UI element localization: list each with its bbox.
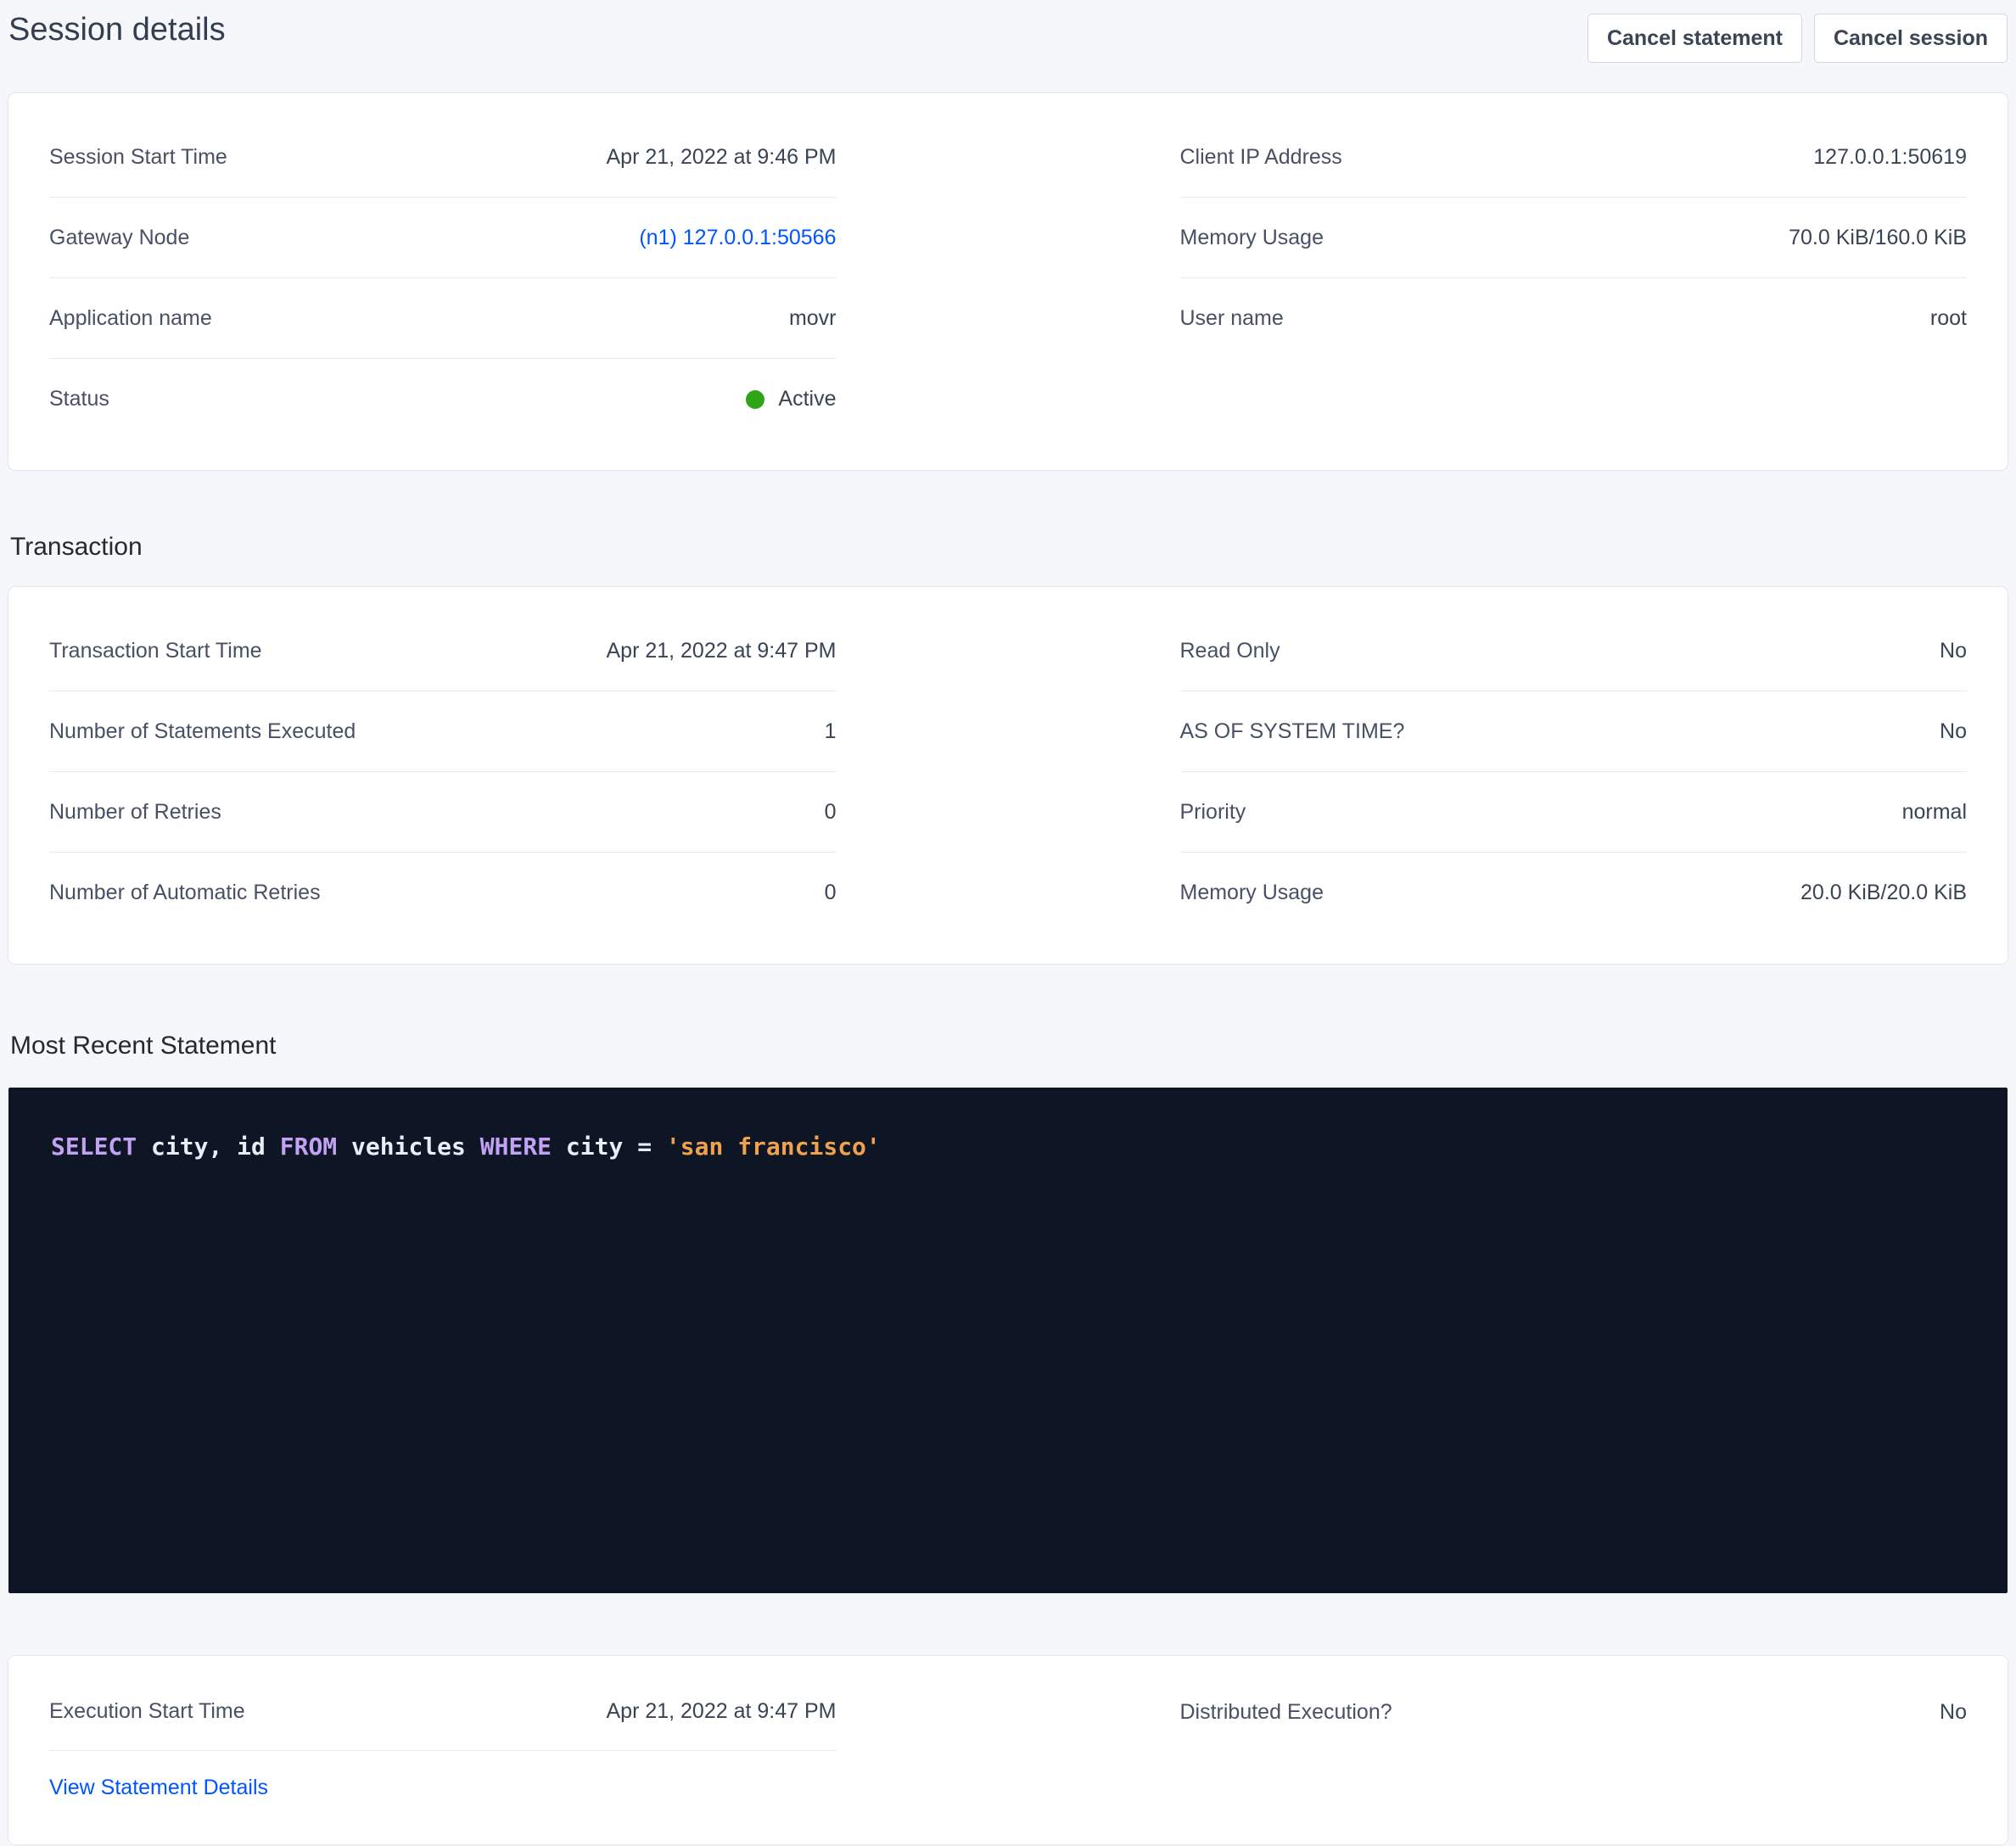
- read-only-row: Read Only No: [1180, 611, 1968, 691]
- row-value: Apr 21, 2022 at 9:47 PM: [606, 639, 836, 663]
- row-label: Session Start Time: [49, 145, 227, 170]
- page-header: Session details Cancel statement Cancel …: [8, 12, 2008, 63]
- number-of-retries-row: Number of Retries 0: [49, 772, 837, 853]
- row-label: Gateway Node: [49, 226, 189, 250]
- row-value: Apr 21, 2022 at 9:47 PM: [606, 1699, 836, 1724]
- sql-statement: SELECT city, id FROM vehicles WHERE city…: [51, 1133, 881, 1161]
- row-value: 0: [825, 800, 837, 825]
- sql-code-block: SELECT city, id FROM vehicles WHERE city…: [8, 1088, 2008, 1593]
- row-label: Status: [49, 387, 109, 411]
- application-name-row: Application name movr: [49, 278, 837, 359]
- row-label: Memory Usage: [1180, 881, 1324, 905]
- execution-card: Execution Start Time Apr 21, 2022 at 9:4…: [8, 1656, 2008, 1844]
- execution-card-right-column: Distributed Execution? No: [1180, 1673, 1968, 1751]
- row-label: Number of Retries: [49, 800, 221, 825]
- row-value: 70.0 KiB/160.0 KiB: [1789, 226, 1967, 250]
- distributed-execution-row: Distributed Execution? No: [1180, 1673, 1968, 1751]
- row-label: Transaction Start Time: [49, 639, 262, 663]
- view-statement-details-row: View Statement Details: [49, 1751, 837, 1824]
- user-name-row: User name root: [1180, 278, 1968, 359]
- sql-plain: city, id: [137, 1133, 280, 1161]
- session-memory-usage-row: Memory Usage 70.0 KiB/160.0 KiB: [1180, 198, 1968, 278]
- most-recent-statement-heading: Most Recent Statement: [10, 1032, 2008, 1060]
- page: Session details Cancel statement Cancel …: [0, 0, 2016, 1844]
- row-value: root: [1930, 306, 1967, 331]
- row-label: Read Only: [1180, 639, 1280, 663]
- row-value: Apr 21, 2022 at 9:46 PM: [606, 145, 836, 170]
- statements-executed-row: Number of Statements Executed 1: [49, 691, 837, 772]
- row-label: Memory Usage: [1180, 226, 1324, 250]
- gateway-node-link[interactable]: (n1) 127.0.0.1:50566: [639, 226, 836, 250]
- row-value: No: [1940, 639, 1967, 663]
- gateway-node-row: Gateway Node (n1) 127.0.0.1:50566: [49, 198, 837, 278]
- row-value: 0: [825, 881, 837, 905]
- priority-row: Priority normal: [1180, 772, 1968, 853]
- sql-keyword: SELECT: [51, 1133, 137, 1161]
- row-label: Distributed Execution?: [1180, 1700, 1392, 1725]
- row-label: Priority: [1180, 800, 1246, 825]
- as-of-system-time-row: AS OF SYSTEM TIME? No: [1180, 691, 1968, 772]
- row-value: 1: [825, 719, 837, 744]
- automatic-retries-row: Number of Automatic Retries 0: [49, 853, 837, 933]
- session-card-left-column: Session Start Time Apr 21, 2022 at 9:46 …: [49, 117, 837, 439]
- transaction-card: Transaction Start Time Apr 21, 2022 at 9…: [8, 587, 2008, 964]
- row-value: movr: [789, 306, 837, 331]
- cancel-session-button[interactable]: Cancel session: [1814, 14, 2008, 63]
- row-value: 127.0.0.1:50619: [1813, 145, 1967, 170]
- row-value: No: [1940, 719, 1967, 744]
- sql-plain: city =: [552, 1133, 666, 1161]
- transaction-card-left-column: Transaction Start Time Apr 21, 2022 at 9…: [49, 611, 837, 933]
- cancel-statement-button[interactable]: Cancel statement: [1588, 14, 1802, 63]
- status-active-dot-icon: [746, 390, 764, 409]
- session-details-card: Session Start Time Apr 21, 2022 at 9:46 …: [8, 93, 2008, 470]
- view-statement-details-link[interactable]: View Statement Details: [49, 1776, 268, 1800]
- row-label: Number of Statements Executed: [49, 719, 356, 744]
- row-label: AS OF SYSTEM TIME?: [1180, 719, 1405, 744]
- row-label: Number of Automatic Retries: [49, 881, 321, 905]
- page-title: Session details: [8, 12, 226, 48]
- transaction-card-right-column: Read Only No AS OF SYSTEM TIME? No Prior…: [1180, 611, 1968, 933]
- row-label: User name: [1180, 306, 1284, 331]
- row-value: No: [1940, 1700, 1967, 1725]
- row-value: normal: [1902, 800, 1967, 825]
- row-value: 20.0 KiB/20.0 KiB: [1800, 881, 1967, 905]
- sql-string-literal: 'san francisco': [666, 1133, 881, 1161]
- status-text: Active: [778, 387, 836, 411]
- session-card-right-column: Client IP Address 127.0.0.1:50619 Memory…: [1180, 117, 1968, 359]
- status-badge: Active: [746, 387, 836, 411]
- session-start-time-row: Session Start Time Apr 21, 2022 at 9:46 …: [49, 117, 837, 198]
- status-row: Status Active: [49, 359, 837, 439]
- sql-plain: vehicles: [337, 1133, 480, 1161]
- sql-keyword: FROM: [280, 1133, 337, 1161]
- row-label: Client IP Address: [1180, 145, 1342, 170]
- row-label: Execution Start Time: [49, 1699, 245, 1724]
- execution-start-time-row: Execution Start Time Apr 21, 2022 at 9:4…: [49, 1673, 837, 1751]
- transaction-section-heading: Transaction: [10, 533, 2008, 562]
- transaction-memory-usage-row: Memory Usage 20.0 KiB/20.0 KiB: [1180, 853, 1968, 933]
- client-ip-row: Client IP Address 127.0.0.1:50619: [1180, 117, 1968, 198]
- row-label: Application name: [49, 306, 212, 331]
- transaction-start-time-row: Transaction Start Time Apr 21, 2022 at 9…: [49, 611, 837, 691]
- execution-card-left-column: Execution Start Time Apr 21, 2022 at 9:4…: [49, 1673, 837, 1824]
- sql-keyword: WHERE: [480, 1133, 552, 1161]
- header-actions: Cancel statement Cancel session: [1588, 12, 2008, 63]
